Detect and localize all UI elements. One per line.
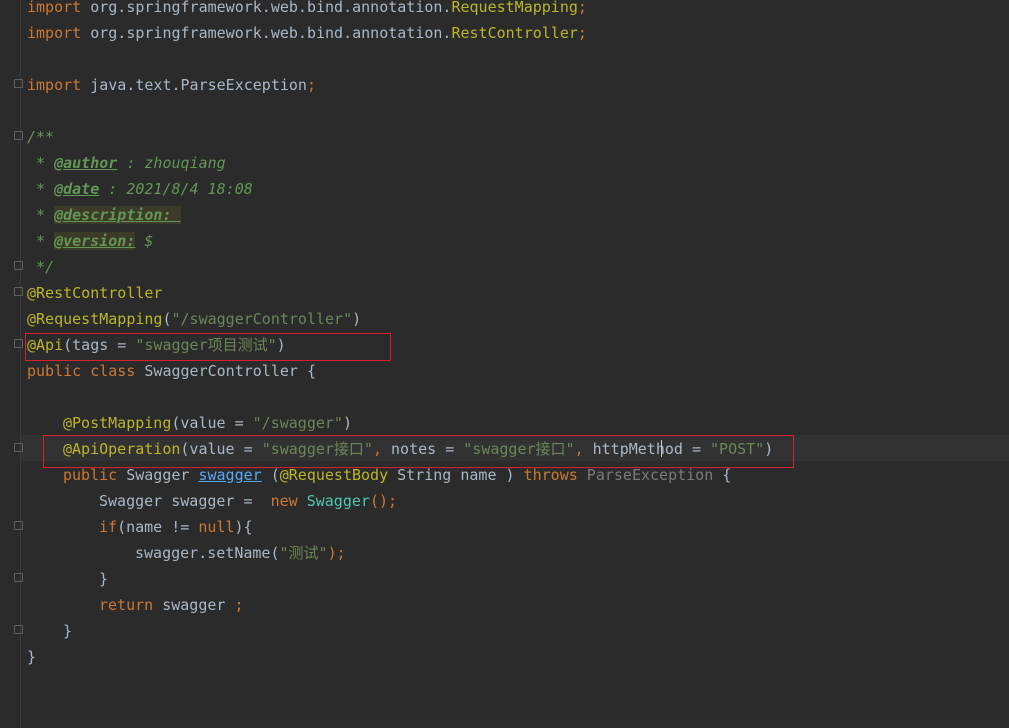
doc-value: : zhouqiang xyxy=(117,154,226,172)
keyword: import xyxy=(27,0,82,16)
method-name-link[interactable]: swagger xyxy=(198,466,261,484)
doc-tag-date: @date xyxy=(54,180,100,198)
fold-marker-icon[interactable] xyxy=(14,573,23,582)
paren: ( xyxy=(261,466,280,484)
doc-tag-author: @author xyxy=(54,154,118,172)
code-line[interactable]: import org.springframework.web.bind.anno… xyxy=(27,0,587,20)
params: String name ) xyxy=(388,466,524,484)
annotation-args: (value = xyxy=(171,414,253,432)
annotation: @RequestMapping xyxy=(27,310,163,328)
code-line[interactable]: /** xyxy=(27,124,54,150)
doc-comment-close: */ xyxy=(27,258,55,276)
fold-marker-icon[interactable] xyxy=(14,79,23,88)
exception-type: ParseException xyxy=(577,466,714,484)
declaration: Swagger swagger = xyxy=(99,492,262,510)
doc-star: * xyxy=(27,154,55,172)
code-line[interactable]: public class SwaggerController { xyxy=(27,358,316,384)
statement-end: (); xyxy=(369,492,398,510)
code-line[interactable]: } xyxy=(63,618,72,644)
class-ref: RestController xyxy=(451,24,578,42)
code-line[interactable]: } xyxy=(27,644,36,670)
fold-marker-icon[interactable] xyxy=(14,443,23,452)
brace: } xyxy=(63,622,73,640)
doc-comment-open: /** xyxy=(27,128,55,146)
doc-tag-version: @version: xyxy=(54,232,136,250)
statement-end: ); xyxy=(327,544,346,562)
class-ref: RequestMapping xyxy=(451,0,578,16)
brace: { xyxy=(713,466,732,484)
annotation: @PostMapping xyxy=(63,414,172,432)
keyword: if xyxy=(99,518,118,536)
class-declaration: SwaggerController { xyxy=(135,362,316,380)
code-line[interactable]: @PostMapping(value = "/swagger") xyxy=(63,410,352,436)
keyword: null xyxy=(198,518,235,536)
string-literal: "测试" xyxy=(279,544,328,562)
keyword: new xyxy=(261,492,298,510)
semicolon: ; xyxy=(306,76,316,94)
import-path: java.text.ParseException xyxy=(81,76,307,94)
keyword: public xyxy=(63,466,118,484)
doc-value: $ xyxy=(135,232,154,250)
code-line[interactable]: * @version: $ xyxy=(27,228,153,254)
code-line[interactable]: */ xyxy=(27,254,54,280)
keyword: import xyxy=(27,24,82,42)
return-type: Swagger xyxy=(117,466,199,484)
highlight-box-apioperation xyxy=(43,435,794,468)
code-line[interactable]: * @description: xyxy=(27,202,181,228)
semicolon: ; xyxy=(577,24,587,42)
brace: } xyxy=(99,570,109,588)
semicolon: ; xyxy=(577,0,587,16)
fold-marker-icon[interactable] xyxy=(14,625,23,634)
code-line[interactable]: return swagger ; xyxy=(99,592,244,618)
fold-marker-icon[interactable] xyxy=(14,339,23,348)
return-value: swagger xyxy=(153,596,235,614)
string-literal: "/swaggerController" xyxy=(171,310,353,328)
paren: ( xyxy=(162,310,172,328)
brace: } xyxy=(27,648,37,666)
code-line[interactable]: swagger.setName("测试"); xyxy=(135,540,346,566)
doc-star: * xyxy=(27,232,55,250)
code-line[interactable]: * @date : 2021/8/4 18:08 xyxy=(27,176,253,202)
brace: ){ xyxy=(234,518,253,536)
code-line[interactable]: @RequestMapping("/swaggerController") xyxy=(27,306,361,332)
annotation: @RequestBody xyxy=(279,466,389,484)
code-line[interactable]: @RestController xyxy=(27,280,162,306)
doc-value: : 2021/8/4 18:08 xyxy=(99,180,253,198)
keyword: throws xyxy=(523,466,578,484)
fold-marker-icon[interactable] xyxy=(14,131,23,140)
gutter-divider xyxy=(20,0,21,728)
code-line[interactable]: if(name != null){ xyxy=(99,514,253,540)
fold-marker-icon[interactable] xyxy=(14,261,23,270)
code-line[interactable]: import java.text.ParseException; xyxy=(27,72,316,98)
class-ref: Swagger xyxy=(297,492,370,510)
code-line[interactable]: Swagger swagger = new Swagger(); xyxy=(99,488,397,514)
string-literal: "/swagger" xyxy=(252,414,343,432)
doc-star: * xyxy=(27,206,55,224)
annotation: @RestController xyxy=(27,284,163,302)
doc-tag-description: @description: xyxy=(54,206,181,224)
semicolon: ; xyxy=(234,596,244,614)
paren: ) xyxy=(342,414,352,432)
keyword: public class xyxy=(27,362,136,380)
import-path: org.springframework.web.bind.annotation. xyxy=(81,24,452,42)
doc-star: * xyxy=(27,180,55,198)
code-editor[interactable]: import org.springframework.web.bind.anno… xyxy=(0,0,1009,728)
code-line[interactable]: } xyxy=(99,566,108,592)
fold-marker-icon[interactable] xyxy=(14,521,23,530)
highlight-box-api xyxy=(25,333,391,361)
keyword: return xyxy=(99,596,154,614)
method-call: swagger.setName( xyxy=(135,544,280,562)
import-path: org.springframework.web.bind.annotation. xyxy=(81,0,452,16)
paren: ) xyxy=(352,310,362,328)
code-line[interactable]: * @author : zhouqiang xyxy=(27,150,226,176)
code-line[interactable]: import org.springframework.web.bind.anno… xyxy=(27,20,587,46)
condition: (name != xyxy=(117,518,199,536)
fold-marker-icon[interactable] xyxy=(14,287,23,296)
keyword: import xyxy=(27,76,82,94)
